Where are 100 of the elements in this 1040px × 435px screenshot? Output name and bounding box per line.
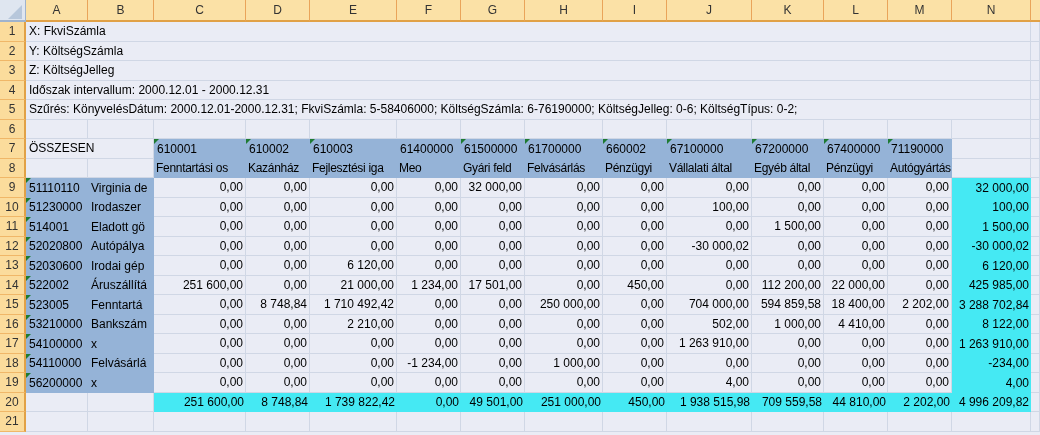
table-cell: 0,00 xyxy=(525,236,603,256)
table-cell: 0,00 xyxy=(246,217,310,237)
header-cell: Egyéb által xyxy=(752,158,824,178)
column-header[interactable]: C xyxy=(154,0,246,22)
table-cell: 0,00 xyxy=(752,197,824,217)
table-cell: 450,00 xyxy=(603,275,667,295)
table-cell: 0,00 xyxy=(397,197,461,217)
table-cell: 1 234,00 xyxy=(397,275,461,295)
table-cell: 0,00 xyxy=(888,353,952,373)
table-cell: 0,00 xyxy=(752,256,824,276)
table-cell: 0,00 xyxy=(246,178,310,198)
row-number[interactable]: 7 xyxy=(0,139,26,159)
table-cell: 0,00 xyxy=(525,314,603,334)
table-cell: 0,00 xyxy=(246,236,310,256)
table-cell: 112 200,00 xyxy=(752,275,824,295)
row-number[interactable]: 1 xyxy=(0,22,26,42)
table-cell: 32 000,00 xyxy=(461,178,525,198)
table-cell: 0,00 xyxy=(888,373,952,393)
header-cell: 67100000 xyxy=(667,139,752,159)
table-cell: 0,00 xyxy=(824,334,888,354)
row-number[interactable]: 20 xyxy=(0,392,26,412)
table-cell: 0,00 xyxy=(667,275,752,295)
table-cell: 0,00 xyxy=(310,353,397,373)
row-code-cell: 54110000 xyxy=(26,353,88,373)
table-cell: 0,00 xyxy=(888,275,952,295)
row-code-cell: 52020800 xyxy=(26,236,88,256)
table-cell: 0,00 xyxy=(525,275,603,295)
table-cell: 1 500,00 xyxy=(752,217,824,237)
table-cell: 0,00 xyxy=(397,334,461,354)
row-number[interactable]: 6 xyxy=(0,119,26,139)
column-header[interactable]: F xyxy=(397,0,461,22)
row-name-cell: Felvásárlá xyxy=(88,353,154,373)
row-name-cell: x xyxy=(88,373,154,393)
table-cell: 0,00 xyxy=(461,197,525,217)
row-number[interactable]: 14 xyxy=(0,275,26,295)
row-number[interactable]: 13 xyxy=(0,256,26,276)
total-cell: 8 748,84 xyxy=(246,392,310,412)
total-cell: 2 202,00 xyxy=(888,392,952,412)
header-cell: 610003 xyxy=(310,139,397,159)
column-header[interactable]: N xyxy=(952,0,1031,22)
table-cell: 0,00 xyxy=(752,236,824,256)
column-header[interactable]: G xyxy=(461,0,525,22)
table-cell: 0,00 xyxy=(154,178,246,198)
table-cell: 17 501,00 xyxy=(461,275,525,295)
row-number[interactable]: 5 xyxy=(0,100,26,120)
total-cell: 709 559,58 xyxy=(752,392,824,412)
table-cell: 0,00 xyxy=(603,236,667,256)
table-cell: 8 748,84 xyxy=(246,295,310,315)
header-cell: Kazánház xyxy=(246,158,310,178)
table-cell: 0,00 xyxy=(603,178,667,198)
row-code-cell: 51230000 xyxy=(26,197,88,217)
table-cell: 0,00 xyxy=(246,314,310,334)
row-name-cell: Bankszám xyxy=(88,314,154,334)
column-header[interactable]: K xyxy=(752,0,824,22)
table-cell: 0,00 xyxy=(397,373,461,393)
table-cell: 0,00 xyxy=(603,295,667,315)
header-cell: 71190000 xyxy=(888,139,952,159)
row-number[interactable]: 17 xyxy=(0,334,26,354)
table-cell: 0,00 xyxy=(824,373,888,393)
table-cell: 0,00 xyxy=(310,236,397,256)
column-header[interactable]: M xyxy=(888,0,952,22)
row-number[interactable]: 19 xyxy=(0,373,26,393)
row-number[interactable]: 16 xyxy=(0,314,26,334)
column-header[interactable]: B xyxy=(88,0,154,22)
table-cell: 0,00 xyxy=(310,373,397,393)
row-name-cell: Eladott gö xyxy=(88,217,154,237)
column-header[interactable]: E xyxy=(310,0,397,22)
column-header[interactable] xyxy=(1031,0,1040,22)
select-all-icon[interactable] xyxy=(8,5,22,19)
header-cell: 610002 xyxy=(246,139,310,159)
row-number[interactable]: 8 xyxy=(0,158,26,178)
column-header[interactable]: H xyxy=(525,0,603,22)
row-number[interactable]: 12 xyxy=(0,236,26,256)
row-number[interactable]: 4 xyxy=(0,80,26,100)
row-number[interactable]: 15 xyxy=(0,295,26,315)
total-cell: 1 500,00 xyxy=(952,217,1031,237)
row-number[interactable]: 18 xyxy=(0,353,26,373)
header-cell: 660002 xyxy=(603,139,667,159)
table-cell: 0,00 xyxy=(246,256,310,276)
row-number[interactable]: 11 xyxy=(0,217,26,237)
table-cell: 0,00 xyxy=(667,353,752,373)
table-cell: 0,00 xyxy=(154,197,246,217)
column-header[interactable]: I xyxy=(603,0,667,22)
table-cell: 1 000,00 xyxy=(525,353,603,373)
table-cell: 502,00 xyxy=(667,314,752,334)
row-number[interactable]: 10 xyxy=(0,197,26,217)
row-number[interactable]: 9 xyxy=(0,178,26,198)
column-header[interactable]: L xyxy=(824,0,888,22)
row-number[interactable]: 21 xyxy=(0,412,26,432)
table-cell: 0,00 xyxy=(752,373,824,393)
table-cell: 250 000,00 xyxy=(525,295,603,315)
row-name-cell: Irodaszer xyxy=(88,197,154,217)
row-number[interactable]: 2 xyxy=(0,41,26,61)
table-cell: 0,00 xyxy=(603,334,667,354)
table-cell: 0,00 xyxy=(752,178,824,198)
column-header[interactable]: J xyxy=(667,0,752,22)
column-header[interactable]: A xyxy=(26,0,88,22)
row-name-cell: Irodai gép xyxy=(88,256,154,276)
column-header[interactable]: D xyxy=(246,0,310,22)
row-number[interactable]: 3 xyxy=(0,61,26,81)
